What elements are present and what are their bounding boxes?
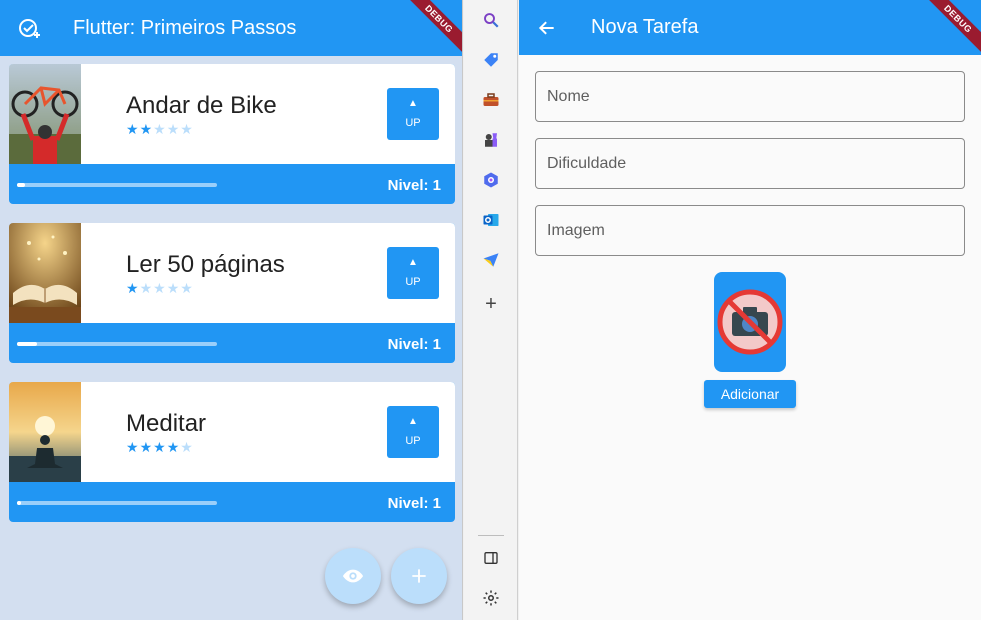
- level-up-button[interactable]: ▲ UP: [387, 88, 439, 140]
- search-icon[interactable]: [477, 6, 505, 34]
- debug-banner: DEBUG: [392, 0, 462, 70]
- new-task-app: Nova Tarefa DEBUG Adicionar: [519, 0, 981, 620]
- add-icon[interactable]: +: [477, 290, 505, 318]
- star-icon: ★: [139, 121, 153, 137]
- task-card: Meditar ★ ★ ★ ★ ★ ▲ UP Nivel: 1: [9, 382, 455, 522]
- level-up-button[interactable]: ▲ UP: [387, 247, 439, 299]
- task-card: Andar de Bike ★ ★ ★ ★ ★ ▲ UP Nivel: 1: [9, 64, 455, 204]
- task-image-bike: [9, 64, 81, 164]
- star-icon: ★: [166, 439, 180, 455]
- star-icon: ★: [153, 439, 166, 455]
- task-card-body: Andar de Bike ★ ★ ★ ★ ★ ▲ UP: [9, 64, 455, 164]
- app-title: Flutter: Primeiros Passos: [73, 16, 297, 39]
- image-url-field[interactable]: [535, 205, 965, 256]
- level-progress-bar: [17, 501, 217, 505]
- side-toolbar: +: [464, 0, 518, 620]
- difficulty-field[interactable]: [535, 138, 965, 189]
- star-icon: ★: [180, 280, 193, 296]
- toolbar-divider: [478, 535, 504, 536]
- level-label: Nivel: 1: [387, 495, 441, 512]
- star-icon: ★: [139, 439, 153, 455]
- debug-banner: DEBUG: [911, 0, 981, 70]
- task-image-book: [9, 223, 81, 323]
- send-icon[interactable]: [477, 246, 505, 274]
- copilot-icon[interactable]: [477, 166, 505, 194]
- level-progress-bar: [17, 183, 217, 187]
- difficulty-stars: ★ ★ ★ ★ ★: [126, 281, 193, 295]
- star-icon: ★: [126, 280, 139, 296]
- star-icon: ★: [126, 121, 139, 137]
- star-icon: ★: [166, 280, 180, 296]
- task-name: Meditar: [126, 410, 207, 437]
- add-task-icon[interactable]: [16, 14, 44, 42]
- outlook-icon[interactable]: [477, 206, 505, 234]
- level-up-button[interactable]: ▲ UP: [387, 406, 439, 458]
- task-list-app: Flutter: Primeiros Passos DEBUG Andar de…: [0, 0, 463, 620]
- star-icon: ★: [126, 439, 139, 455]
- star-icon: ★: [180, 439, 193, 455]
- level-label: Nivel: 1: [387, 336, 441, 353]
- star-icon: ★: [166, 121, 180, 137]
- star-icon: ★: [153, 280, 166, 296]
- name-field[interactable]: [535, 71, 965, 122]
- add-task-button[interactable]: [391, 548, 447, 604]
- task-image-meditation: [9, 382, 81, 482]
- level-label: Nivel: 1: [387, 177, 441, 194]
- chess-icon[interactable]: [477, 126, 505, 154]
- toggle-visibility-button[interactable]: [325, 548, 381, 604]
- arrow-up-icon: ▲: [408, 257, 418, 268]
- task-name: Ler 50 páginas: [126, 251, 285, 278]
- task-card-body: Meditar ★ ★ ★ ★ ★ ▲ UP: [9, 382, 455, 482]
- star-icon: ★: [139, 280, 153, 296]
- page-title: Nova Tarefa: [591, 16, 699, 38]
- settings-icon[interactable]: [477, 584, 505, 612]
- task-card-body: Ler 50 páginas ★ ★ ★ ★ ★ ▲ UP: [9, 223, 455, 323]
- arrow-up-icon: ▲: [408, 98, 418, 109]
- image-preview: [714, 272, 786, 372]
- star-icon: ★: [180, 121, 193, 137]
- back-arrow-icon[interactable]: [535, 16, 559, 40]
- toolbox-icon[interactable]: [477, 86, 505, 114]
- add-button[interactable]: Adicionar: [704, 380, 796, 408]
- task-card: Ler 50 páginas ★ ★ ★ ★ ★ ▲ UP Nivel: 1: [9, 223, 455, 363]
- difficulty-stars: ★ ★ ★ ★ ★: [126, 440, 193, 454]
- star-icon: ★: [153, 121, 166, 137]
- eye-icon: [342, 569, 364, 583]
- sidebar-icon[interactable]: [477, 544, 505, 572]
- level-progress-bar: [17, 342, 217, 346]
- tag-icon[interactable]: [477, 46, 505, 74]
- task-name: Andar de Bike: [126, 92, 277, 119]
- no-camera-icon: [717, 289, 783, 355]
- difficulty-stars: ★ ★ ★ ★ ★: [126, 122, 193, 136]
- plus-icon: [412, 569, 426, 583]
- arrow-up-icon: ▲: [408, 416, 418, 427]
